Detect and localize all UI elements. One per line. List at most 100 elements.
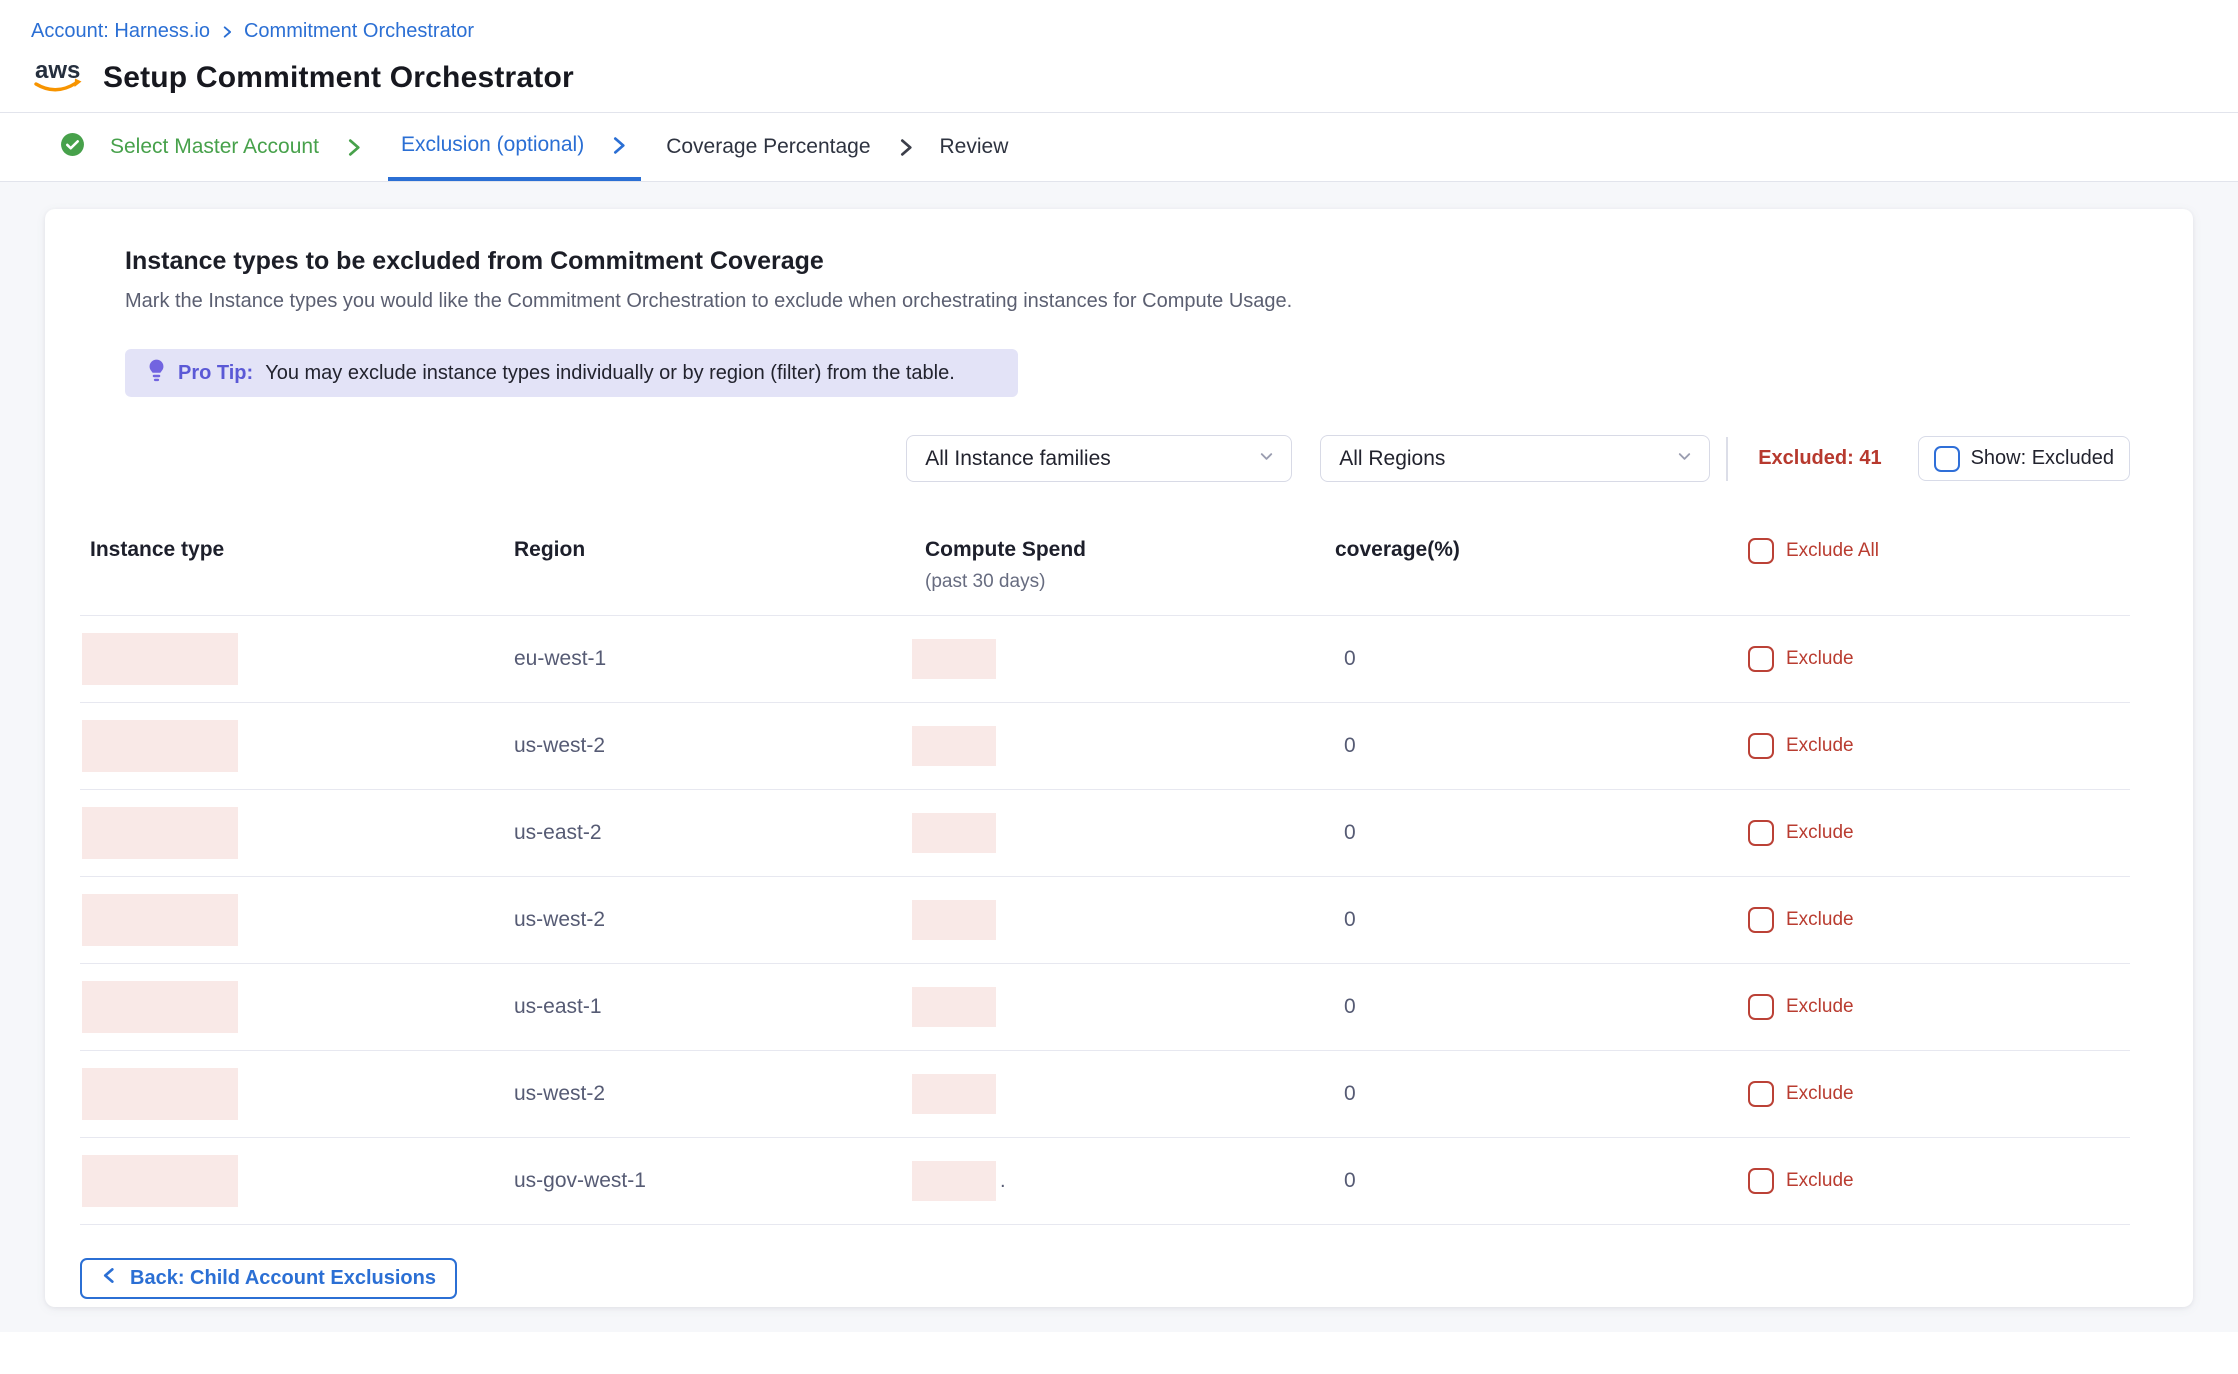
- instance-type-redacted-value: [82, 981, 238, 1033]
- step-review[interactable]: Review: [940, 113, 1009, 181]
- table-row: us-east-2 0 Exclude: [80, 790, 2130, 877]
- compute-spend-redacted-value: [912, 726, 996, 766]
- region-cell: us-gov-west-1: [514, 1169, 912, 1193]
- exclude-all-control[interactable]: Exclude All: [1748, 538, 2130, 564]
- show-excluded-toggle[interactable]: Show: Excluded: [1918, 436, 2130, 481]
- aws-logo-icon: aws: [31, 53, 85, 102]
- exclude-all-checkbox[interactable]: [1748, 538, 1774, 564]
- instance-type-cell: [80, 807, 514, 859]
- excluded-count-badge: Excluded: 41: [1758, 447, 1881, 470]
- exclude-control[interactable]: Exclude: [1748, 1168, 2130, 1194]
- regions-dropdown[interactable]: All Regions: [1320, 435, 1710, 482]
- chevron-down-icon: [1676, 447, 1693, 471]
- pro-tip-text: You may exclude instance types individua…: [265, 362, 955, 385]
- exclude-control[interactable]: Exclude: [1748, 733, 2130, 759]
- table-body: eu-west-1 0 Exclude us-west-2 0 Exclude …: [80, 616, 2130, 1225]
- show-excluded-label: Show: Excluded: [1971, 447, 2114, 470]
- chevron-right-icon: [896, 138, 915, 157]
- pro-tip-label: Pro Tip:: [178, 362, 253, 385]
- step-coverage-percentage[interactable]: Coverage Percentage: [666, 113, 870, 181]
- instance-type-cell: [80, 981, 514, 1033]
- exclude-label: Exclude: [1786, 822, 1854, 844]
- breadcrumb-page-link[interactable]: Commitment Orchestrator: [244, 20, 474, 43]
- exclusion-table: Instance type Region Compute Spend (past…: [80, 538, 2130, 1225]
- exclude-all-label: Exclude All: [1786, 540, 1879, 562]
- compute-spend-cell: [912, 987, 1335, 1027]
- panel-description: Mark the Instance types you would like t…: [125, 290, 2130, 313]
- exclude-control[interactable]: Exclude: [1748, 820, 2130, 846]
- exclude-checkbox[interactable]: [1748, 994, 1774, 1020]
- step-select-master-account[interactable]: Select Master Account: [60, 113, 319, 181]
- coverage-cell: 0: [1335, 908, 1748, 932]
- instance-type-cell: [80, 1155, 514, 1207]
- back-child-account-exclusions-button[interactable]: Back: Child Account Exclusions: [80, 1258, 457, 1299]
- chevron-left-icon: [101, 1267, 118, 1290]
- instance-families-dropdown[interactable]: All Instance families: [906, 435, 1292, 482]
- exclude-control[interactable]: Exclude: [1748, 646, 2130, 672]
- compute-spend-redacted-value: [912, 1161, 996, 1201]
- table-row: us-west-2 0 Exclude: [80, 877, 2130, 964]
- instance-type-redacted-value: [82, 720, 238, 772]
- coverage-cell: 0: [1335, 734, 1748, 758]
- exclude-label: Exclude: [1786, 735, 1854, 757]
- breadcrumb: Account: Harness.io Commitment Orchestra…: [31, 20, 2238, 43]
- instance-type-cell: [80, 633, 514, 685]
- coverage-cell: 0: [1335, 821, 1748, 845]
- chevron-right-icon: [344, 138, 363, 157]
- compute-spend-redacted-value: [912, 900, 996, 940]
- table-row: us-west-2 0 Exclude: [80, 703, 2130, 790]
- lightbulb-icon: [147, 358, 166, 389]
- step-completed-check-icon: [60, 132, 85, 162]
- coverage-cell: 0: [1335, 1169, 1748, 1193]
- region-cell: us-east-1: [514, 995, 912, 1019]
- column-header-coverage: coverage(%): [1335, 538, 1748, 562]
- show-excluded-checkbox[interactable]: [1934, 446, 1960, 472]
- compute-spend-cell: .: [912, 1161, 1335, 1201]
- coverage-cell: 0: [1335, 647, 1748, 671]
- table-row: eu-west-1 0 Exclude: [80, 616, 2130, 703]
- filter-row: All Instance families All Regions Exclud…: [80, 435, 2130, 482]
- exclude-checkbox[interactable]: [1748, 1081, 1774, 1107]
- exclude-control[interactable]: Exclude: [1748, 907, 2130, 933]
- step-exclusion-active[interactable]: Exclusion (optional): [388, 113, 641, 181]
- compute-spend-cell: [912, 900, 1335, 940]
- column-header-region: Region: [514, 538, 912, 562]
- exclusion-panel: Instance types to be excluded from Commi…: [45, 209, 2193, 1307]
- instance-type-redacted-value: [82, 807, 238, 859]
- instance-type-redacted-value: [82, 1155, 238, 1207]
- coverage-cell: 0: [1335, 995, 1748, 1019]
- svg-text:aws: aws: [35, 57, 80, 84]
- exclude-checkbox[interactable]: [1748, 1168, 1774, 1194]
- compute-spend-redacted-value: [912, 1074, 996, 1114]
- column-subheader-past-30-days: (past 30 days): [925, 571, 1335, 593]
- region-cell: eu-west-1: [514, 647, 912, 671]
- breadcrumb-account-link[interactable]: Account: Harness.io: [31, 20, 210, 43]
- compute-spend-redacted-value: [912, 639, 996, 679]
- instance-type-redacted-value: [82, 633, 238, 685]
- chevron-down-icon: [1258, 447, 1275, 471]
- compute-spend-redacted-value: [912, 987, 996, 1027]
- column-header-compute-spend: Compute Spend (past 30 days): [912, 538, 1335, 593]
- column-header-instance-type: Instance type: [80, 538, 514, 562]
- region-cell: us-west-2: [514, 908, 912, 932]
- table-header-row: Instance type Region Compute Spend (past…: [80, 538, 2130, 616]
- instance-type-cell: [80, 1068, 514, 1120]
- exclude-checkbox[interactable]: [1748, 907, 1774, 933]
- compute-spend-cell: [912, 639, 1335, 679]
- table-row: us-east-1 0 Exclude: [80, 964, 2130, 1051]
- panel-heading: Instance types to be excluded from Commi…: [125, 247, 2130, 276]
- exclude-checkbox[interactable]: [1748, 733, 1774, 759]
- compute-spend-cell: [912, 1074, 1335, 1114]
- exclude-control[interactable]: Exclude: [1748, 1081, 2130, 1107]
- compute-spend-redacted-value: [912, 813, 996, 853]
- exclude-checkbox[interactable]: [1748, 820, 1774, 846]
- coverage-cell: 0: [1335, 1082, 1748, 1106]
- exclude-checkbox[interactable]: [1748, 646, 1774, 672]
- region-cell: us-west-2: [514, 734, 912, 758]
- instance-type-redacted-value: [82, 1068, 238, 1120]
- compute-spend-cell: [912, 726, 1335, 766]
- exclude-label: Exclude: [1786, 648, 1854, 670]
- exclude-label: Exclude: [1786, 1083, 1854, 1105]
- region-cell: us-east-2: [514, 821, 912, 845]
- exclude-control[interactable]: Exclude: [1748, 994, 2130, 1020]
